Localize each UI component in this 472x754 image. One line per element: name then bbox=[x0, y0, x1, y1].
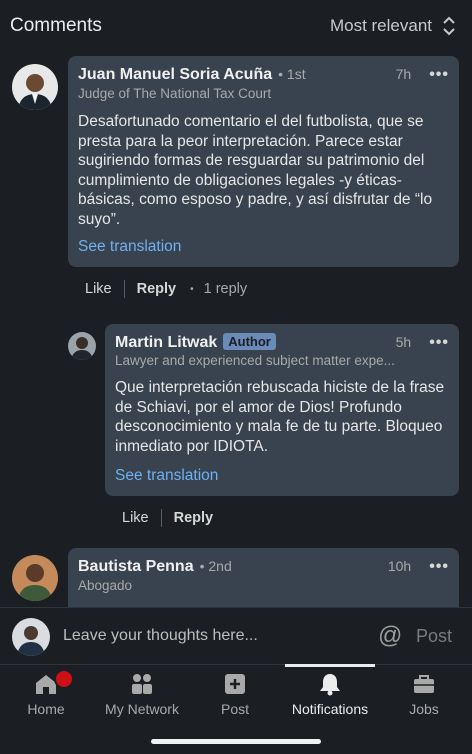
comment-input[interactable]: Leave your thoughts here... bbox=[63, 627, 258, 645]
avatar[interactable] bbox=[68, 332, 96, 360]
tab-label: Home bbox=[27, 701, 65, 717]
connection-degree: • 1st bbox=[278, 66, 306, 82]
comment-bubble: Juan Manuel Soria Acuña • 1st 7h ••• Jud… bbox=[68, 56, 459, 267]
more-options-icon[interactable]: ••• bbox=[429, 558, 449, 576]
comment-text: Desafortunado comentario el del futbolis… bbox=[78, 113, 433, 228]
comment-time: 10h bbox=[387, 558, 412, 574]
tab-label: Post bbox=[220, 701, 249, 717]
comments-header: Comments Most relevant bbox=[0, 0, 472, 52]
bell-icon bbox=[320, 674, 340, 696]
comment-item: Juan Manuel Soria Acuña • 1st 7h ••• Jud… bbox=[0, 52, 472, 307]
comment-item: Bautista Penna • 2nd 10h ••• Abogado bbox=[0, 545, 472, 607]
comment-time: 5h bbox=[395, 334, 412, 350]
reply-item: Martin Litwak Author 5h ••• Lawyer and e… bbox=[0, 318, 472, 538]
see-translation-link[interactable]: See translation bbox=[78, 238, 181, 256]
action-divider bbox=[160, 509, 162, 527]
commenter-headline: Abogado bbox=[78, 578, 133, 593]
briefcase-icon bbox=[414, 675, 434, 693]
comment-time: 7h bbox=[395, 66, 412, 82]
tab-notifications[interactable]: Notifications bbox=[285, 665, 375, 725]
commenter-name[interactable]: Juan Manuel Soria Acuña bbox=[78, 66, 272, 84]
tab-home[interactable]: Home bbox=[14, 665, 78, 725]
comment-composer: Leave your thoughts here... @ Post bbox=[0, 607, 472, 665]
reply-button[interactable]: Reply bbox=[174, 510, 214, 526]
commenter-name[interactable]: Martin Litwak bbox=[115, 334, 217, 352]
comments-title: Comments bbox=[10, 15, 102, 36]
notification-badge bbox=[54, 669, 74, 689]
current-user-avatar bbox=[12, 618, 50, 656]
mention-icon[interactable]: @ bbox=[378, 622, 402, 650]
comment-actions: Like Reply • 1 reply bbox=[85, 280, 247, 298]
reply-text: Que interpretación rebuscada hiciste de … bbox=[115, 379, 445, 455]
reply-actions: Like Reply bbox=[122, 509, 213, 527]
author-badge: Author bbox=[223, 333, 276, 350]
replies-count[interactable]: 1 reply bbox=[204, 281, 248, 297]
sort-chevrons-icon bbox=[443, 16, 455, 36]
post-comment-button[interactable]: Post bbox=[416, 626, 452, 647]
avatar[interactable] bbox=[12, 555, 58, 601]
more-options-icon[interactable]: ••• bbox=[429, 66, 449, 84]
tab-label: Jobs bbox=[409, 701, 439, 717]
sort-label: Most relevant bbox=[329, 16, 432, 35]
home-indicator bbox=[151, 739, 321, 744]
reply-bubble: Martin Litwak Author 5h ••• Lawyer and e… bbox=[105, 324, 459, 496]
commenter-headline: Lawyer and experienced subject matter ex… bbox=[115, 353, 395, 368]
commenter-headline: Judge of The National Tax Court bbox=[78, 86, 272, 101]
like-button[interactable]: Like bbox=[122, 510, 149, 526]
reply-button[interactable]: Reply bbox=[137, 281, 177, 297]
action-divider bbox=[123, 280, 125, 298]
see-translation-link[interactable]: See translation bbox=[115, 467, 218, 485]
dot-separator: • bbox=[190, 283, 194, 295]
comment-bubble: Bautista Penna • 2nd 10h ••• Abogado bbox=[68, 548, 459, 607]
tab-label: Notifications bbox=[291, 701, 369, 717]
more-options-icon[interactable]: ••• bbox=[429, 334, 449, 352]
connection-degree: • 2nd bbox=[199, 558, 232, 574]
tab-label: My Network bbox=[105, 701, 179, 717]
avatar[interactable] bbox=[12, 64, 58, 110]
post-icon bbox=[225, 674, 245, 694]
tab-jobs[interactable]: Jobs bbox=[396, 665, 452, 725]
sort-dropdown[interactable]: Most relevant bbox=[330, 16, 456, 36]
bottom-tab-bar: Home My Network Post Notifications Jobs bbox=[0, 664, 472, 754]
tab-post[interactable]: Post bbox=[205, 665, 265, 725]
network-icon bbox=[132, 674, 152, 694]
commenter-name[interactable]: Bautista Penna bbox=[78, 558, 194, 576]
tab-my-network[interactable]: My Network bbox=[98, 665, 186, 725]
like-button[interactable]: Like bbox=[85, 281, 112, 297]
